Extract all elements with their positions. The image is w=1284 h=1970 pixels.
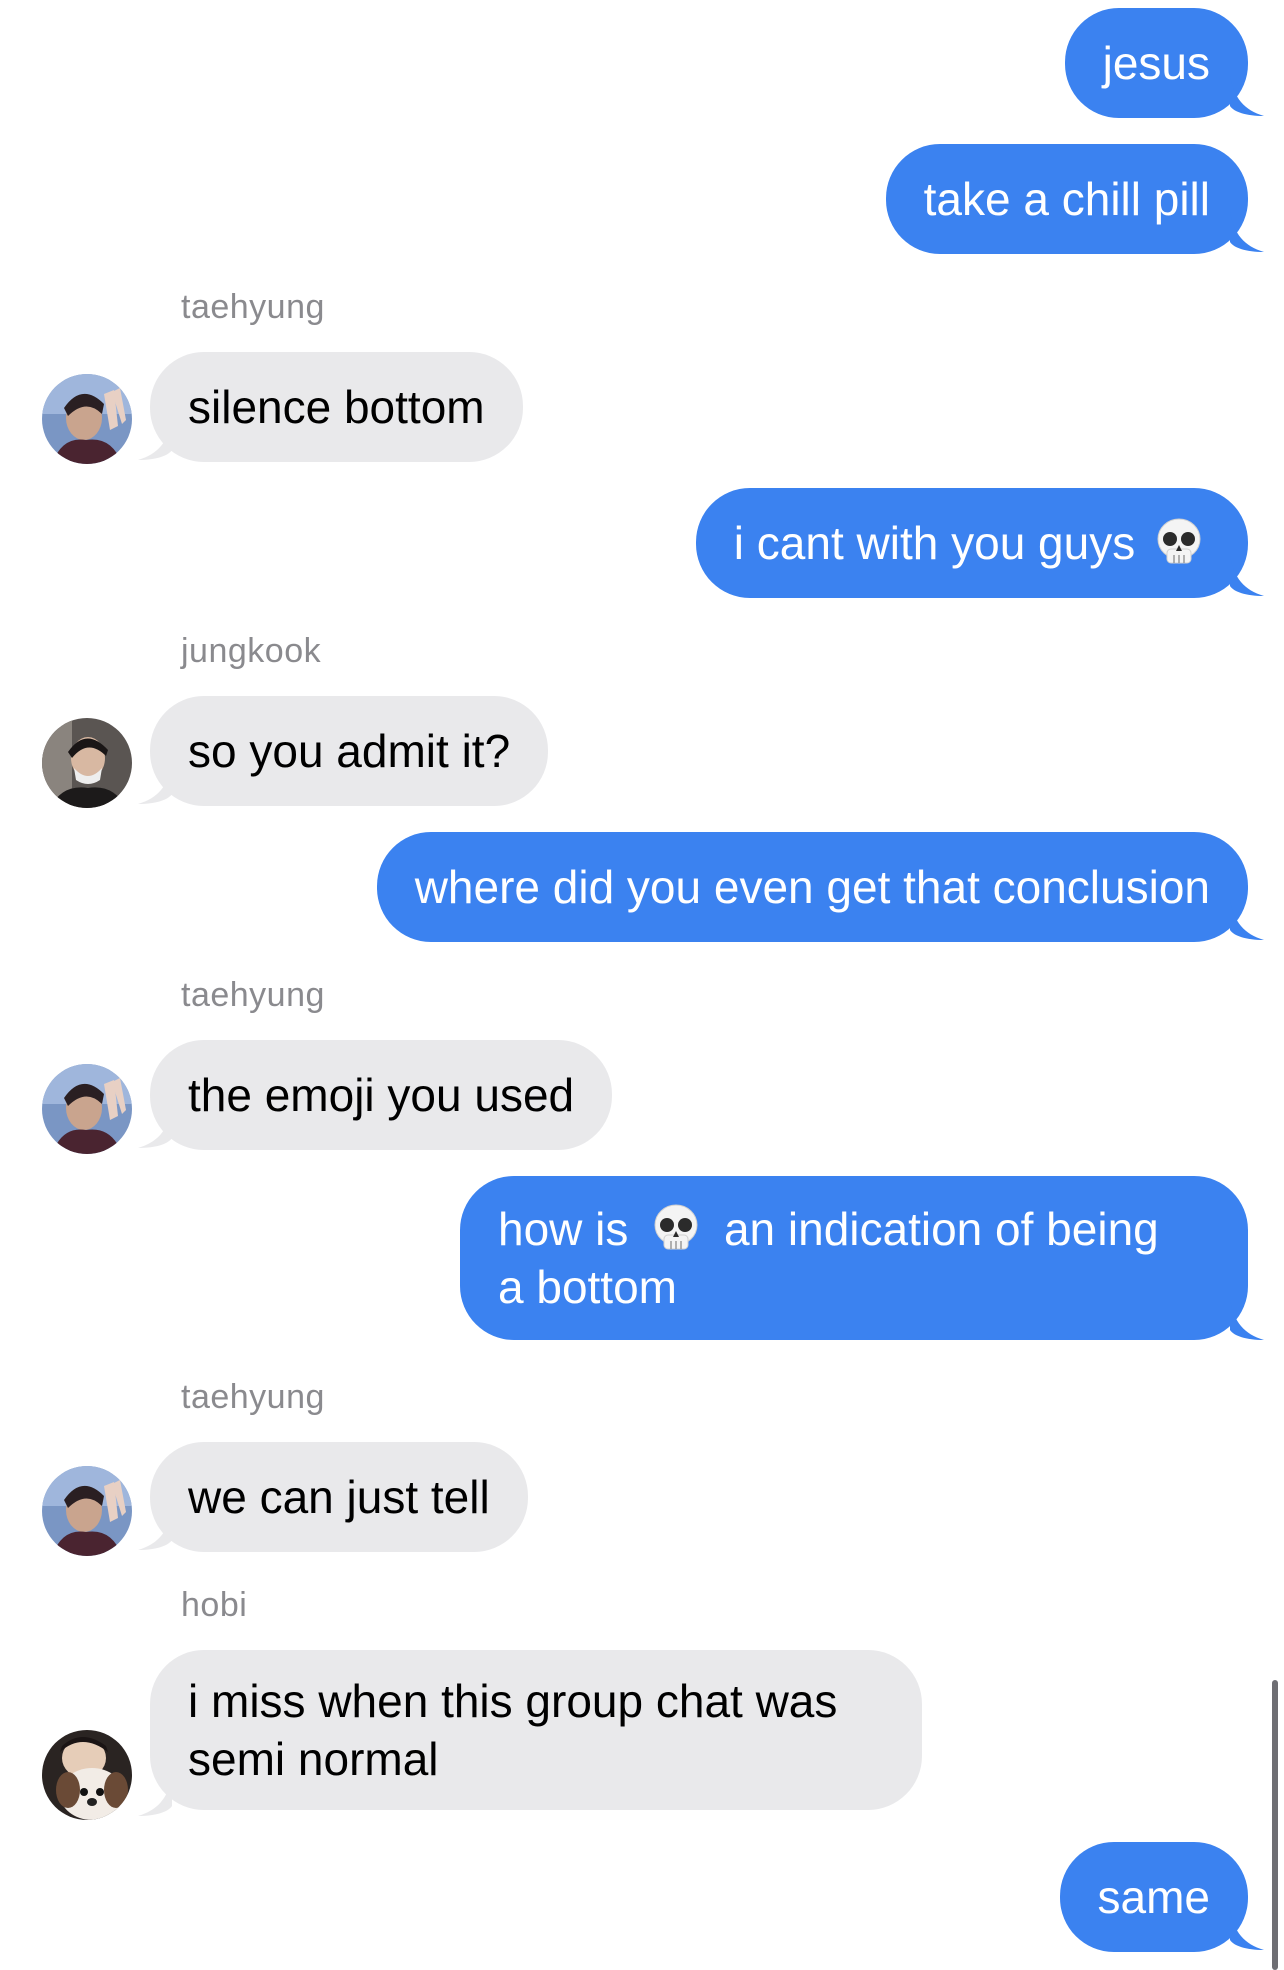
skull-emoji-icon <box>651 1203 701 1255</box>
sender-name: taehyung <box>181 288 325 326</box>
taehyung-avatar[interactable] <box>42 1466 132 1556</box>
jungkook-avatar[interactable] <box>42 718 132 808</box>
message-thread[interactable]: jesus take a chill pill taehyung silence… <box>0 0 1284 1970</box>
outgoing-message[interactable]: how is an indication of being a bottom <box>460 1176 1248 1340</box>
message-line: how is an indication of being <box>498 1200 1210 1258</box>
message-text: i cant with you guys <box>733 517 1136 569</box>
sender-name: taehyung <box>181 976 325 1014</box>
incoming-message[interactable]: so you admit it? <box>150 696 549 806</box>
message-line: a bottom <box>498 1261 677 1313</box>
incoming-message[interactable]: i miss when this group chat was semi nor… <box>150 1650 922 1810</box>
incoming-message[interactable]: the emoji you used <box>150 1040 613 1150</box>
skull-emoji-icon <box>1154 517 1204 569</box>
outgoing-message[interactable]: same <box>1059 1842 1248 1952</box>
sender-name: jungkook <box>181 632 322 670</box>
outgoing-message[interactable]: i cant with you guys <box>695 488 1248 598</box>
outgoing-message[interactable]: where did you even get that conclusion <box>376 832 1248 942</box>
message-text: an indication of being <box>723 1203 1159 1255</box>
taehyung-avatar[interactable] <box>42 1064 132 1154</box>
hobi-avatar[interactable] <box>42 1730 132 1820</box>
scrollbar[interactable] <box>1272 1680 1278 1970</box>
message-text: how is <box>498 1203 629 1255</box>
sender-name: hobi <box>181 1586 248 1624</box>
taehyung-avatar[interactable] <box>42 374 132 464</box>
message-line: semi normal <box>188 1733 439 1785</box>
incoming-message[interactable]: silence bottom <box>150 352 523 462</box>
outgoing-message[interactable]: jesus <box>1064 8 1248 118</box>
outgoing-message[interactable]: take a chill pill <box>885 144 1248 254</box>
sender-name: taehyung <box>181 1378 325 1416</box>
incoming-message[interactable]: we can just tell <box>150 1442 528 1552</box>
message-line: i miss when this group chat was <box>188 1675 838 1727</box>
